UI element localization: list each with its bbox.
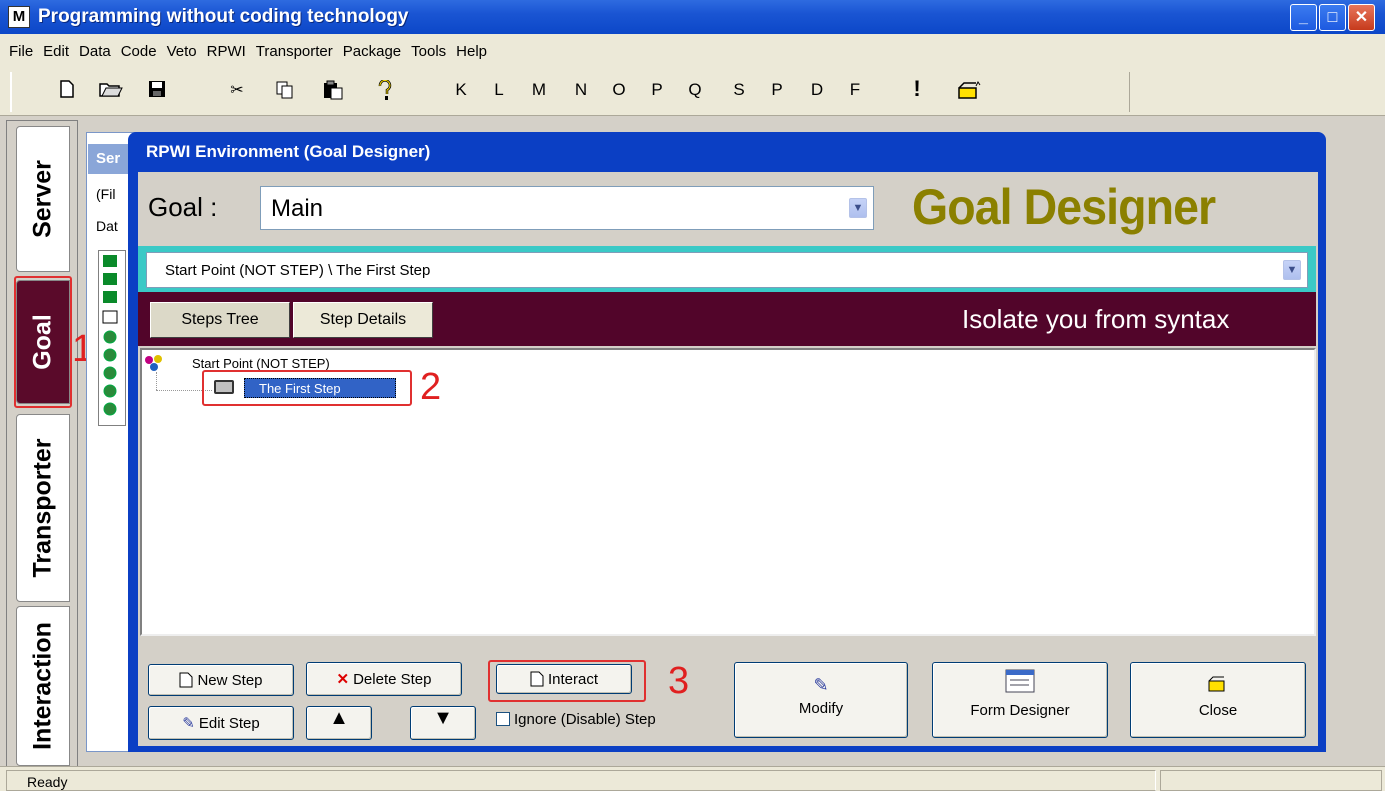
toolbar-d-button[interactable]: D	[802, 80, 832, 100]
tab-transporter[interactable]: Transporter	[16, 414, 70, 602]
tab-transporter-label: Transporter	[28, 438, 57, 578]
tab-server[interactable]: Server	[16, 126, 70, 272]
menu-tools[interactable]: Tools	[406, 43, 451, 60]
window-title: Programming without coding technology	[38, 6, 409, 27]
status-text: Ready	[6, 770, 1156, 791]
annotation-box-1	[14, 276, 72, 408]
modify-button[interactable]: ✎ Modify	[734, 662, 908, 738]
step-path-select[interactable]: Start Point (NOT STEP) \ The First Step …	[146, 252, 1308, 288]
save-icon[interactable]	[142, 80, 172, 103]
toolbar-p-button[interactable]: P	[642, 80, 672, 100]
menu-code[interactable]: Code	[116, 43, 162, 60]
menu-help[interactable]: Help	[451, 43, 492, 60]
toolbar-o-button[interactable]: O	[604, 80, 634, 100]
menu-veto[interactable]: Veto	[162, 43, 202, 60]
new-step-icon	[179, 672, 193, 688]
menu-bar: File Edit Data Code Veto RPWI Transporte…	[0, 34, 1385, 68]
copy-icon[interactable]	[270, 80, 300, 105]
new-step-label: New Step	[197, 671, 263, 689]
edit-step-button[interactable]: ✎ Edit Step	[148, 706, 294, 740]
help-question-icon[interactable]	[370, 79, 400, 107]
form-designer-icon	[933, 669, 1107, 698]
toolbar-m-button[interactable]: M	[524, 80, 554, 100]
menu-transporter[interactable]: Transporter	[251, 43, 338, 60]
new-step-button[interactable]: New Step	[148, 664, 294, 696]
menu-edit[interactable]: Edit	[38, 43, 74, 60]
toolbar-l-button[interactable]: L	[484, 80, 514, 100]
modify-icon: ✎	[813, 675, 829, 695]
ignore-step-checkbox[interactable]	[496, 712, 510, 726]
minimize-button[interactable]: _	[1290, 4, 1317, 31]
menu-package[interactable]: Package	[338, 43, 406, 60]
toolbar-n-button[interactable]: N	[566, 80, 596, 100]
modify-label: Modify	[798, 700, 844, 717]
exclaim-button[interactable]: !	[902, 76, 932, 102]
goal-select[interactable]: Main ▼	[260, 186, 874, 230]
toolbar-f-button[interactable]: F	[840, 80, 870, 100]
tree-root-icon	[144, 354, 166, 375]
menu-file[interactable]: File	[4, 43, 38, 60]
goal-designer-banner: Goal Designer	[912, 179, 1216, 235]
form-designer-button[interactable]: Form Designer	[932, 662, 1108, 738]
close-window-button[interactable]: ✕	[1348, 4, 1375, 31]
cut-icon[interactable]: ✂	[222, 80, 252, 100]
open-folder-icon[interactable]	[96, 80, 126, 103]
maximize-button[interactable]: □	[1319, 4, 1346, 31]
chevron-down-icon[interactable]: ▼	[1283, 260, 1301, 280]
background-line-2: Dat	[96, 218, 118, 234]
slogan: Isolate you from syntax	[962, 304, 1230, 334]
goal-label: Goal :	[148, 192, 218, 222]
toolbar-k-button[interactable]: K	[446, 80, 476, 100]
annotation-box-2	[202, 370, 412, 406]
chevron-down-icon[interactable]: ▼	[849, 198, 867, 218]
tab-steps-tree[interactable]: Steps Tree	[150, 302, 290, 338]
annotation-3: 3	[668, 660, 690, 702]
menu-rpwi[interactable]: RPWI	[202, 43, 251, 60]
close-label: Close	[1198, 702, 1238, 719]
tab-interaction-label: Interaction	[28, 622, 57, 750]
toolbar-p2-button[interactable]: P	[762, 80, 792, 100]
menu-data[interactable]: Data	[74, 43, 116, 60]
delete-step-label: Delete Step	[353, 670, 432, 688]
edit-step-label: Edit Step	[198, 714, 260, 732]
background-icon-list	[98, 250, 126, 426]
new-file-icon[interactable]	[52, 80, 82, 103]
tree-connector	[156, 372, 157, 390]
status-panel	[1160, 770, 1382, 791]
close-dialog-button[interactable]: Close	[1130, 662, 1306, 738]
tab-step-details[interactable]: Step Details	[293, 302, 433, 338]
tab-server-label: Server	[28, 160, 57, 238]
paste-icon[interactable]	[318, 80, 348, 105]
edit-step-icon: ✎	[182, 715, 195, 732]
annotation-box-3	[488, 660, 646, 702]
app-icon[interactable]: M	[8, 6, 30, 28]
annotation-2: 2	[420, 366, 442, 408]
form-designer-label: Form Designer	[970, 702, 1070, 719]
open-box-icon[interactable]	[954, 80, 984, 105]
move-down-button[interactable]: ▼	[410, 706, 476, 740]
toolbar-s-button[interactable]: S	[724, 80, 754, 100]
move-up-button[interactable]: ▲	[306, 706, 372, 740]
ignore-step-label: Ignore (Disable) Step	[514, 711, 656, 728]
open-box-icon	[1131, 675, 1305, 698]
goal-select-value: Main	[271, 195, 324, 222]
delete-step-icon: ✕	[336, 671, 350, 688]
toolbar-q-button[interactable]: Q	[680, 80, 710, 100]
delete-step-button[interactable]: ✕ Delete Step	[306, 662, 462, 696]
step-path-value: Start Point (NOT STEP) \ The First Step	[165, 262, 431, 279]
background-line-1: (Fil	[96, 186, 116, 202]
tree-root-label[interactable]: Start Point (NOT STEP)	[192, 356, 330, 371]
tab-interaction[interactable]: Interaction	[16, 606, 70, 766]
dialog-title: RPWI Environment (Goal Designer)	[146, 142, 431, 161]
